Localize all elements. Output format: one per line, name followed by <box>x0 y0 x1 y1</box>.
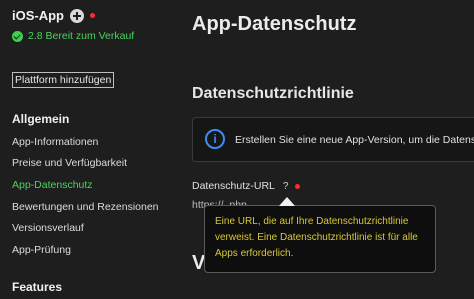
question-mark-icon[interactable]: ? <box>283 181 289 192</box>
check-circle-icon <box>12 30 23 42</box>
info-circle-icon: i <box>205 129 225 149</box>
tooltip-text: Eine URL, die auf Ihre Datenschutzrichtl… <box>215 216 418 259</box>
app-status: 2.8 Bereit zum Verkauf <box>12 30 134 42</box>
page-title: App-Datenschutz <box>192 13 357 35</box>
info-banner-text: Erstellen Sie eine neue App-Version, um … <box>235 134 474 146</box>
sidebar-item-app-information[interactable]: App-Informationen <box>12 136 98 148</box>
privacy-url-label: Datenschutz-URL <box>192 180 275 192</box>
status-text: 2.8 Bereit zum Verkauf <box>28 30 135 42</box>
section-title: Datenschutzrichtlinie <box>192 85 354 102</box>
add-platform-button[interactable]: Plattform hinzufügen <box>12 72 115 88</box>
required-dot <box>295 183 301 189</box>
sidebar-item-version-history[interactable]: Versionsverlauf <box>12 222 84 234</box>
sidebar-item-app-privacy[interactable]: App-Datenschutz <box>12 179 93 191</box>
sidebar-item-ratings-reviews[interactable]: Bewertungen und Rezensionen <box>12 201 159 213</box>
section-heading-general: Allgemein <box>12 112 70 126</box>
info-banner: i Erstellen Sie eine neue App-Version, u… <box>192 117 474 162</box>
app-title-row: iOS-App <box>12 8 95 23</box>
notification-dot <box>90 13 95 18</box>
section-heading-features: Features <box>12 280 63 294</box>
sidebar: iOS-App 2.8 Bereit zum Verkauf Plattform… <box>0 0 180 299</box>
help-tooltip: Eine URL, die auf Ihre Datenschutzrichtl… <box>204 197 436 273</box>
add-icon[interactable] <box>70 8 84 23</box>
sidebar-item-app-review[interactable]: App-Prüfung <box>12 244 71 256</box>
sidebar-item-pricing[interactable]: Preise und Verfügbarkeit <box>12 157 127 169</box>
privacy-url-label-row: Datenschutz-URL ? <box>192 180 301 192</box>
app-title[interactable]: iOS-App <box>12 8 64 23</box>
